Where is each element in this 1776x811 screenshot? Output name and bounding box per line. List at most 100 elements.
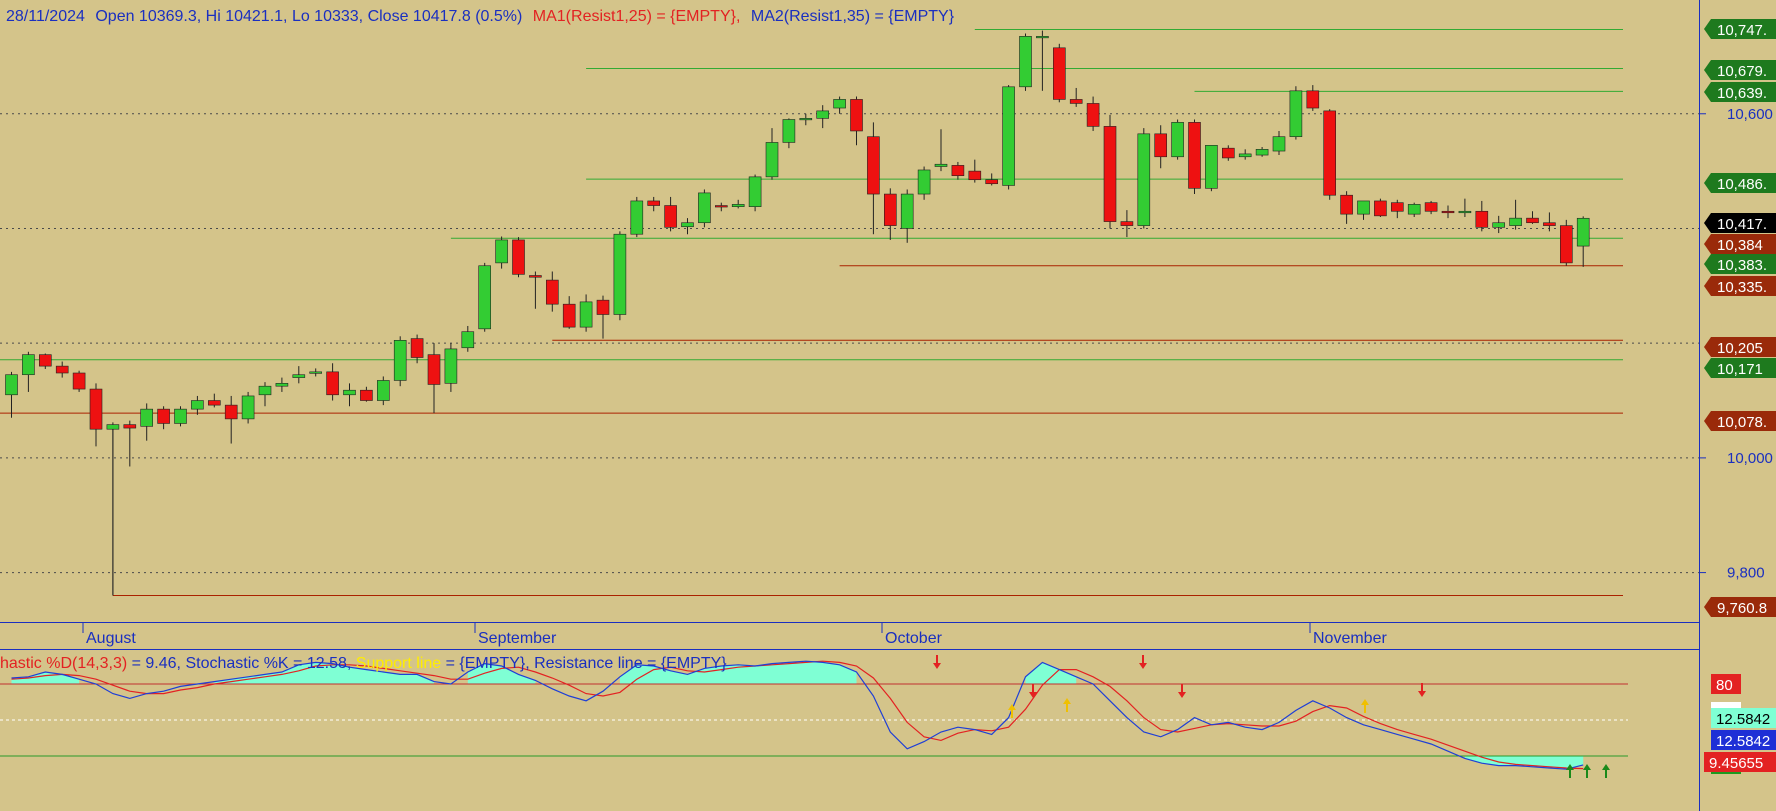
down-candle xyxy=(968,170,982,181)
down-candle xyxy=(1086,103,1100,127)
up-candle xyxy=(934,163,948,167)
price-badge-label: 10,679. xyxy=(1717,63,1767,80)
stochastic-badge-label: 12.5842 xyxy=(1716,711,1770,728)
stoch-d-value: = 9.46, xyxy=(127,655,181,672)
up-candle xyxy=(1576,217,1590,247)
up-candle xyxy=(1509,217,1522,226)
down-candle xyxy=(208,400,221,406)
up-candle xyxy=(1205,145,1218,189)
down-candle xyxy=(157,408,170,424)
down-candle xyxy=(410,338,424,358)
support-line-label: Support line xyxy=(351,655,441,672)
price-badge-label: 10,486. xyxy=(1717,176,1767,193)
up-candle xyxy=(140,408,153,427)
down-candle xyxy=(1526,217,1539,224)
up-candle xyxy=(579,301,593,328)
up-candle xyxy=(1357,200,1370,215)
down-candle xyxy=(427,354,441,385)
down-candle xyxy=(72,372,86,390)
down-candle xyxy=(714,205,728,208)
up-candle xyxy=(681,222,694,228)
up-candle xyxy=(1272,136,1286,152)
price-badge-label: 10,335. xyxy=(1717,279,1767,296)
up-candle xyxy=(1019,36,1032,88)
up-candle xyxy=(376,380,390,401)
up-candle xyxy=(833,99,846,109)
up-candle xyxy=(393,340,407,381)
down-candle xyxy=(224,404,238,420)
down-candle xyxy=(1188,122,1201,189)
stochastic-header: hastic %D(14,3,3) = 9.46, Stochastic %K … xyxy=(0,655,727,672)
stochastic-badge-label: 80 xyxy=(1716,677,1733,694)
up-candle xyxy=(816,110,830,119)
price-badge-label: 10,417. xyxy=(1717,216,1767,233)
up-candle xyxy=(731,204,745,207)
down-candle xyxy=(326,371,339,396)
stoch-d-label: hastic %D(14,3,3) xyxy=(0,655,127,672)
up-candle xyxy=(1171,122,1184,158)
up-candle xyxy=(1458,210,1472,214)
up-candle xyxy=(191,400,204,410)
up-candle xyxy=(917,169,931,195)
up-candle xyxy=(461,331,475,349)
down-candle xyxy=(38,354,52,367)
up-candle xyxy=(241,395,255,420)
stochastic-badge-label: 9.45655 xyxy=(1709,755,1763,772)
price-badge-label: 10,078. xyxy=(1717,414,1767,431)
price-badge-label: 10,384 xyxy=(1717,237,1763,254)
up-candle xyxy=(630,200,644,235)
axis-tick-label: 9,800 xyxy=(1727,565,1765,582)
header-date: 28/11/2024 xyxy=(6,8,85,25)
down-candle xyxy=(1154,133,1167,158)
down-candle xyxy=(883,193,897,226)
header-ohlc: Open 10369.3, Hi 10421.1, Lo 10333, Clos… xyxy=(95,8,522,25)
up-candle xyxy=(309,371,323,374)
axis-tick-label: 10,600 xyxy=(1727,106,1773,123)
down-candle xyxy=(360,389,373,401)
chart-background xyxy=(0,0,1776,811)
down-candle xyxy=(123,424,137,429)
resistance-line-label: Resistance line = {EMPTY} xyxy=(530,655,728,672)
down-candle xyxy=(512,239,525,275)
up-candle xyxy=(613,233,627,315)
up-candle xyxy=(106,424,120,430)
month-label: October xyxy=(885,630,943,647)
up-candle xyxy=(22,354,35,376)
price-badge-label: 10,383. xyxy=(1717,257,1767,274)
month-label: September xyxy=(478,630,557,647)
down-candle xyxy=(55,365,69,374)
up-candle xyxy=(1002,86,1015,186)
up-candle xyxy=(765,142,779,178)
down-candle xyxy=(596,299,610,315)
down-candle xyxy=(951,165,965,177)
down-candle xyxy=(850,99,863,132)
price-header: 28/11/2024 Open 10369.3, Hi 10421.1, Lo … xyxy=(6,8,955,25)
down-candle xyxy=(1053,47,1066,100)
down-candle xyxy=(1306,90,1320,109)
down-candle xyxy=(1475,210,1489,228)
down-candle xyxy=(1103,126,1117,222)
down-candle xyxy=(664,205,677,228)
price-badge-label: 9,760.8 xyxy=(1717,600,1767,617)
up-candle xyxy=(1492,222,1505,228)
price-badge-label: 10,639. xyxy=(1717,85,1767,102)
up-candle xyxy=(343,389,356,396)
down-candle xyxy=(562,303,576,328)
down-candle xyxy=(1441,210,1455,214)
down-candle xyxy=(647,200,661,206)
up-candle xyxy=(799,118,813,121)
down-candle xyxy=(1391,202,1404,212)
down-candle xyxy=(1120,221,1134,226)
stoch-k-label: Stochastic %K = 12.58, xyxy=(181,655,351,672)
up-candle xyxy=(748,176,762,207)
down-candle xyxy=(1543,222,1556,226)
stochastic-badge-label: 12.5842 xyxy=(1716,733,1770,750)
axis-tick-label: 10,000 xyxy=(1727,450,1773,467)
up-candle xyxy=(1238,153,1252,158)
down-candle xyxy=(1069,99,1083,104)
down-candle xyxy=(1340,194,1353,215)
down-candle xyxy=(1374,200,1387,217)
up-candle xyxy=(292,374,306,378)
down-candle xyxy=(89,388,103,430)
header-ma1: MA1(Resist1,25) = {EMPTY}, xyxy=(533,8,741,25)
